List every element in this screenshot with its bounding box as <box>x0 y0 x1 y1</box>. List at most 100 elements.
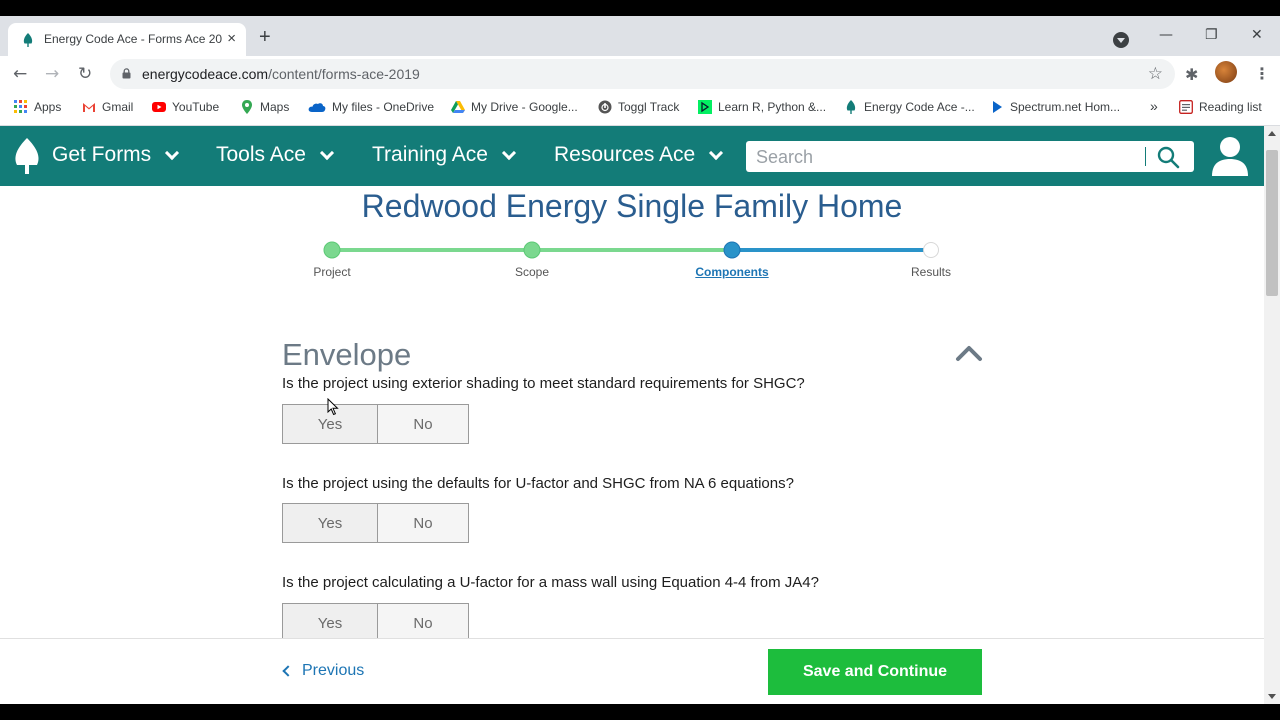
bookmark-spectrum[interactable]: Spectrum.net Hom... <box>990 100 1120 114</box>
toggl-icon <box>598 100 612 114</box>
yes-button[interactable]: Yes <box>282 603 378 638</box>
bookmark-label: Spectrum.net Hom... <box>1010 100 1121 114</box>
bookmark-apps[interactable]: Apps <box>14 100 61 114</box>
bookmark-label: YouTube <box>172 100 220 114</box>
save-and-continue-button[interactable]: Save and Continue <box>768 649 982 695</box>
previous-label: Previous <box>302 662 365 679</box>
datacamp-icon <box>698 100 712 114</box>
bookmark-maps[interactable]: Maps <box>240 100 289 114</box>
energy-code-ace-leaf-icon <box>23 33 33 47</box>
mouse-cursor-icon <box>327 398 339 416</box>
tab-search-icon[interactable] <box>1113 32 1129 48</box>
step-project-dot <box>323 241 341 259</box>
reading-list-label: Reading list <box>1199 100 1262 114</box>
bookmark-youtube[interactable]: YouTube <box>152 100 219 114</box>
nav-resources-ace[interactable]: Resources Ace <box>554 143 724 167</box>
form-action-bar: Previous Save and Continue <box>0 638 1264 704</box>
minimize-icon[interactable]: — <box>1159 27 1173 43</box>
reload-icon[interactable]: ↻ <box>78 64 92 84</box>
url-domain: energycodeace.com <box>142 66 269 82</box>
bookmark-label: Learn R, Python &... <box>718 100 827 114</box>
bookmark-label: Energy Code Ace -... <box>864 100 975 114</box>
energy-code-ace-logo-icon[interactable] <box>10 138 44 174</box>
bookmark-toggl[interactable]: Toggl Track <box>598 100 679 114</box>
profile-avatar[interactable] <box>1215 61 1237 83</box>
spectrum-play-icon <box>993 101 1002 113</box>
tab-title: Energy Code Ace - Forms Ace 20 <box>44 32 223 46</box>
previous-button[interactable]: Previous <box>282 662 365 680</box>
chevron-up-icon[interactable] <box>955 344 983 362</box>
bookmark-onedrive[interactable]: My files - OneDrive <box>308 100 434 114</box>
restore-icon[interactable]: ❐ <box>1205 27 1218 43</box>
scroll-down-icon[interactable] <box>1268 694 1276 699</box>
section-title: Envelope <box>282 337 412 372</box>
site-navbar: Get Forms Tools Ace Training Ace Resourc… <box>0 126 1264 186</box>
bookmark-gmail[interactable]: Gmail <box>82 100 133 114</box>
window-close-icon[interactable]: ✕ <box>1251 27 1263 43</box>
lock-icon <box>122 68 131 79</box>
forward-icon[interactable]: → <box>45 64 59 84</box>
bookmark-label: My Drive - Google... <box>471 100 578 114</box>
step-scope-dot <box>523 241 541 259</box>
bookmark-datacamp[interactable]: Learn R, Python &... <box>698 100 826 114</box>
question-text: Is the project using the defaults for U-… <box>282 475 794 492</box>
search-input[interactable] <box>756 145 1136 169</box>
site-search <box>746 141 1194 172</box>
chevron-left-icon <box>282 665 294 677</box>
yes-button[interactable]: Yes <box>282 503 378 543</box>
nav-training-ace[interactable]: Training Ace <box>372 143 517 167</box>
gmail-icon <box>83 103 95 112</box>
step-components-dot <box>723 241 741 259</box>
bookmark-google-drive[interactable]: My Drive - Google... <box>451 100 578 114</box>
step-scope[interactable]: Scope <box>515 265 549 279</box>
user-account-icon[interactable] <box>1212 136 1248 176</box>
nav-get-forms[interactable]: Get Forms <box>52 143 180 167</box>
google-drive-icon <box>451 101 465 113</box>
address-bar[interactable]: energycodeace.com/content/forms-ace-2019… <box>110 59 1175 89</box>
bookmark-label: Maps <box>260 100 290 114</box>
step-project[interactable]: Project <box>313 265 350 279</box>
url-path: /content/forms-ace-2019 <box>268 66 420 82</box>
yes-no-toggle: Yes No <box>282 404 469 444</box>
bookmarks-overflow-icon[interactable]: » <box>1150 98 1158 114</box>
bookmark-energy-code-ace[interactable]: Energy Code Ace -... <box>844 100 975 114</box>
search-icon[interactable] <box>1156 145 1180 169</box>
search-divider <box>1145 147 1146 166</box>
url-text: energycodeace.com/content/forms-ace-2019 <box>142 66 420 82</box>
onedrive-cloud-icon <box>308 103 326 112</box>
bookmark-star-icon[interactable]: ☆ <box>1148 64 1163 84</box>
energy-code-ace-leaf-icon <box>846 100 856 114</box>
apps-grid-icon <box>14 100 27 113</box>
nav-label: Get Forms <box>52 143 152 166</box>
nav-tools-ace[interactable]: Tools Ace <box>216 143 334 167</box>
extensions-puzzle-icon[interactable]: ✱ <box>1185 65 1198 85</box>
scroll-up-icon[interactable] <box>1268 131 1276 136</box>
nav-label: Tools Ace <box>216 143 306 166</box>
tab-close-icon[interactable]: × <box>227 31 236 47</box>
browser-chrome: Energy Code Ace - Forms Ace 20 × + — ❐ ✕… <box>0 16 1280 126</box>
browser-menu-icon[interactable]: ⋮ <box>1254 64 1270 84</box>
reading-list-icon <box>1179 100 1193 114</box>
reading-list-button[interactable]: Reading list <box>1179 100 1262 114</box>
new-tab-icon[interactable]: + <box>259 27 271 47</box>
nav-label: Training Ace <box>372 143 488 166</box>
browser-tab[interactable]: Energy Code Ace - Forms Ace 20 × <box>8 23 246 56</box>
step-results[interactable]: Results <box>911 265 951 279</box>
yes-no-toggle: Yes No <box>282 503 469 543</box>
chevron-down-icon <box>165 145 180 160</box>
bookmark-label: My files - OneDrive <box>332 100 435 114</box>
bookmarks-bar: Apps Gmail YouTube Maps My files - OneDr… <box>0 92 1280 126</box>
no-button[interactable]: No <box>378 404 469 444</box>
maps-pin-icon <box>242 100 252 114</box>
youtube-icon <box>152 102 166 112</box>
tab-strip: Energy Code Ace - Forms Ace 20 × + — ❐ ✕ <box>0 16 1280 56</box>
step-components[interactable]: Components <box>695 265 768 279</box>
yes-no-toggle: Yes No <box>282 603 469 638</box>
bookmark-label: Toggl Track <box>618 100 680 114</box>
page-scrollbar[interactable] <box>1264 126 1280 704</box>
no-button[interactable]: No <box>378 603 469 638</box>
back-icon[interactable]: ← <box>13 64 27 84</box>
chevron-down-icon <box>319 145 334 160</box>
scrollbar-thumb[interactable] <box>1266 150 1278 296</box>
no-button[interactable]: No <box>378 503 469 543</box>
